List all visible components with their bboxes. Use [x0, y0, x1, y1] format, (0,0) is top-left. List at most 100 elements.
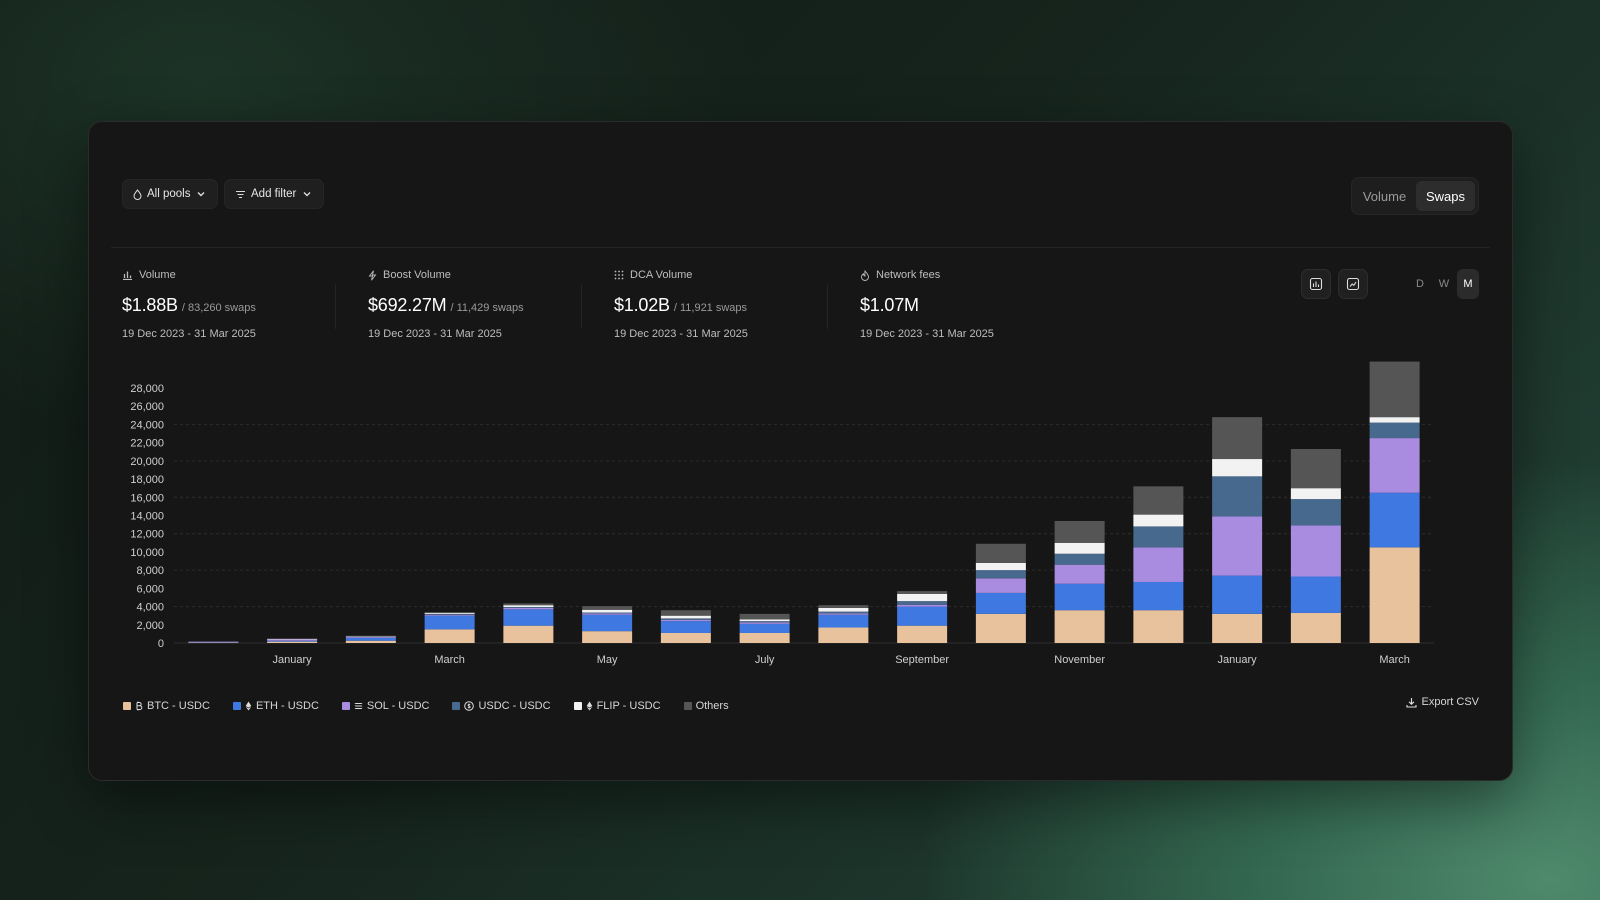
bar-segment: [897, 601, 948, 605]
bar-segment: [424, 612, 475, 614]
bar-segment: [267, 638, 318, 639]
bar-segment: [1212, 476, 1263, 517]
bar-segment: [503, 607, 554, 608]
y-tick-label: 24,000: [130, 419, 164, 431]
bar-segment: [818, 627, 869, 643]
legend-swatch: [452, 702, 461, 710]
x-tick-label: September: [895, 654, 949, 666]
x-tick-label: November: [1054, 654, 1105, 666]
bar-segment: [1212, 459, 1263, 477]
bar-segment: [975, 562, 1026, 571]
ethereum-icon: [245, 701, 252, 711]
bar-segment: [267, 639, 318, 641]
x-tick-label: March: [434, 654, 465, 666]
bar-segment: [818, 607, 869, 612]
bar-segment: [1054, 542, 1105, 554]
dashboard-panel: All pools Add filter Volume Swaps Volume…: [88, 121, 1513, 781]
bar-segment: [1369, 422, 1420, 439]
bar-segment: [897, 606, 948, 626]
export-csv-button[interactable]: Export CSV: [1405, 696, 1479, 708]
legend-label: ETH - USDC: [255, 700, 319, 712]
bar-segment: [739, 622, 790, 624]
x-tick-label: May: [597, 654, 618, 666]
bar-segment: [1369, 417, 1420, 423]
legend-item-eth[interactable]: ETH - USDC: [232, 700, 319, 712]
legend-item-usdc[interactable]: USDC - USDC: [452, 700, 551, 712]
bar-segment: [1133, 526, 1184, 548]
bar-segment: [424, 614, 475, 616]
bitcoin-icon: [136, 701, 143, 711]
legend-item-btc[interactable]: BTC - USDC: [123, 700, 210, 712]
bar-segment: [503, 609, 554, 626]
usdc-icon: [464, 701, 475, 711]
bar-segment: [897, 604, 948, 607]
bar-segment: [267, 638, 318, 640]
x-tick-label: July: [755, 654, 775, 666]
bar-segment: [818, 613, 869, 615]
y-tick-label: 28,000: [130, 383, 164, 395]
legend-label: USDC - USDC: [478, 700, 551, 712]
bar-segment: [1054, 520, 1105, 543]
bar-segment: [739, 632, 790, 643]
bar-segment: [1054, 553, 1105, 565]
bar-segment: [582, 614, 633, 632]
bar-segment: [267, 640, 318, 642]
legend-item-sol[interactable]: SOL - USDC: [341, 700, 430, 712]
y-tick-label: 18,000: [130, 474, 164, 486]
bar-segment: [975, 613, 1026, 643]
bar-segment: [1133, 486, 1184, 515]
bar-segment: [582, 612, 633, 614]
y-tick-label: 2,000: [136, 620, 164, 632]
legend-item-flip[interactable]: FLIP - USDC: [573, 700, 661, 712]
bar-segment: [503, 607, 554, 610]
flip-icon: [586, 701, 592, 711]
legend-swatch: [341, 702, 350, 710]
bar-segment: [897, 593, 948, 602]
bar-segment: [975, 543, 1026, 563]
bar-segment: [739, 613, 790, 620]
bar-segment: [1212, 417, 1263, 460]
bar-segment: [503, 603, 554, 606]
bar-segment: [582, 609, 633, 613]
x-tick-label: March: [1379, 654, 1410, 666]
bar-segment: [424, 612, 475, 613]
bar-segment: [1290, 525, 1341, 577]
legend-label: FLIP - USDC: [596, 700, 661, 712]
y-tick-label: 8,000: [136, 565, 164, 577]
bar-segment: [975, 578, 1026, 593]
bar-segment: [188, 641, 239, 643]
legend-label: SOL - USDC: [366, 700, 430, 712]
bar-segment: [582, 631, 633, 643]
bar-segment: [818, 611, 869, 614]
legend-swatch: [123, 702, 131, 710]
bar-segment: [345, 637, 396, 638]
download-icon: [1405, 697, 1417, 708]
y-tick-label: 10,000: [130, 547, 164, 559]
bar-segment: [660, 619, 711, 622]
bar-segment: [1054, 564, 1105, 584]
bar-segment: [582, 606, 633, 610]
bar-segment: [975, 592, 1026, 614]
bar-segment: [1290, 499, 1341, 526]
y-tick-label: 6,000: [136, 583, 164, 595]
bar-segment: [818, 614, 869, 628]
bar-segment: [660, 615, 711, 619]
bar-segment: [345, 635, 396, 637]
bar-segment: [345, 636, 396, 638]
y-tick-label: 16,000: [130, 492, 164, 504]
bar-segment: [1369, 438, 1420, 493]
bar-segment: [739, 619, 790, 622]
bar-segment: [1133, 610, 1184, 643]
legend-item-others[interactable]: Others: [683, 700, 729, 712]
bar-segment: [424, 629, 475, 643]
chart-legend: BTC - USDC ETH - USDC SOL - USDC USDC - …: [123, 700, 729, 712]
bar-segment: [188, 642, 239, 644]
y-tick-label: 26,000: [130, 401, 164, 413]
bar-segment: [1133, 581, 1184, 611]
x-tick-label: January: [273, 654, 313, 666]
bar-segment: [1290, 612, 1341, 643]
bar-segment: [1290, 488, 1341, 500]
y-tick-label: 20,000: [130, 456, 164, 468]
bar-segment: [1212, 575, 1263, 614]
y-tick-label: 0: [158, 638, 164, 650]
